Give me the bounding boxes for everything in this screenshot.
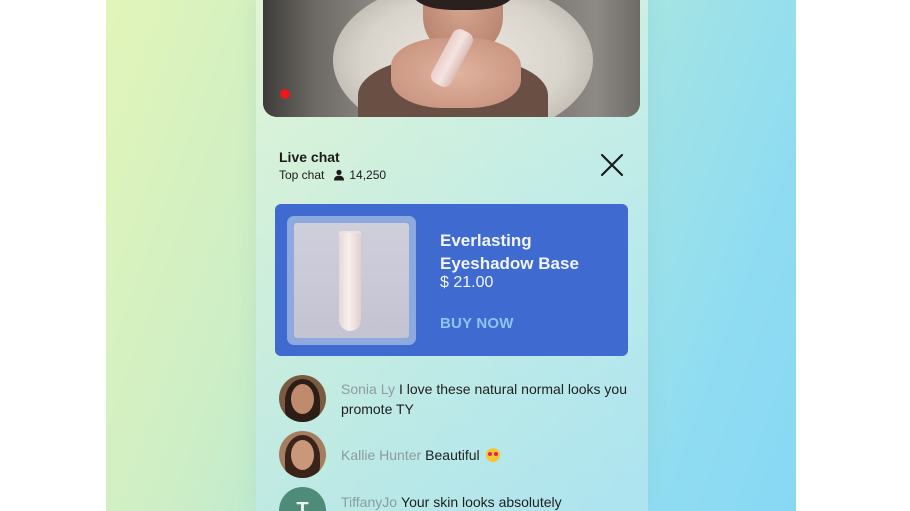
buy-now-button[interactable]: BUY NOW [440,315,514,332]
message-text: TiffanyJo Your skin looks absolutely [341,492,631,511]
avatar-face [291,440,314,470]
avatar[interactable]: T [279,487,326,511]
close-icon[interactable] [599,152,625,178]
recording-indicator [280,89,290,99]
message-body: Your skin looks absolutely [401,494,562,510]
product-thumbnail[interactable] [287,216,416,345]
message-username[interactable]: TiffanyJo [341,494,397,510]
chat-title: Live chat [279,149,340,165]
message-body: Beautiful [425,447,480,463]
chat-filter[interactable]: Top chat 14,250 [279,168,386,182]
chat-filter-label: Top chat [279,168,325,182]
avatar-face [291,384,314,414]
viewer-count: 14,250 [349,168,387,182]
message-text: Kallie Hunter Beautiful [341,445,631,465]
product-image [294,223,409,338]
avatar[interactable] [279,375,326,422]
product-tube [339,233,361,331]
product-price: $ 21.00 [440,274,494,291]
avatar-initial: T [296,499,309,511]
message-username[interactable]: Kallie Hunter [341,447,421,463]
product-card[interactable]: Everlasting Eyeshadow Base $ 21.00 BUY N… [275,204,628,356]
chat-header: Live chat Top chat 14,250 [279,148,625,188]
heart-eyes-emoji-icon [485,448,500,462]
message-username[interactable]: Sonia Ly [341,381,395,397]
product-name: Everlasting Eyeshadow Base [440,231,579,273]
message-text: Sonia Ly I love these natural normal look… [341,379,631,419]
live-video[interactable] [263,0,640,117]
background-stage: Live chat Top chat 14,250 Everlasting Ey… [106,0,796,511]
person-icon [334,169,345,181]
avatar[interactable] [279,431,326,478]
phone-frame: Live chat Top chat 14,250 Everlasting Ey… [256,0,648,511]
